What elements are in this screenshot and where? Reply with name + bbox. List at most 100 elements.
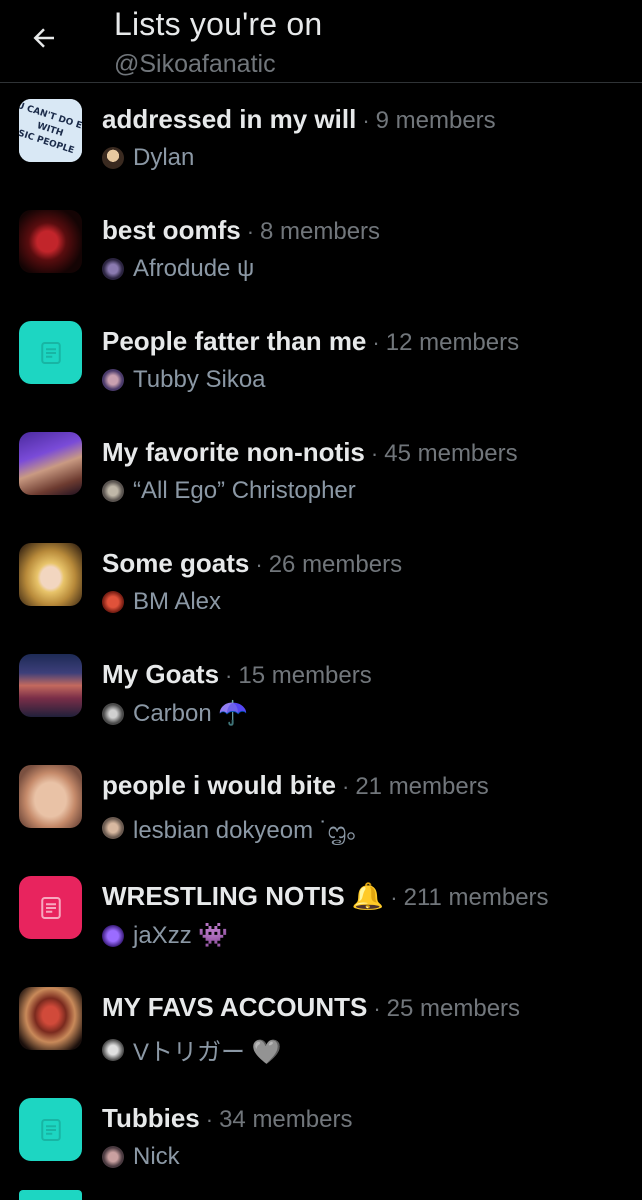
- separator-dot: ·: [246, 219, 255, 244]
- back-button[interactable]: [24, 18, 64, 58]
- list-item[interactable]: U CAN'T DO EPI WITH SIC PEOPLE addressed…: [0, 86, 642, 197]
- list-owner: BM Alex: [102, 588, 221, 616]
- avatar: [102, 480, 124, 502]
- member-count: 211 members: [403, 884, 549, 911]
- list-item[interactable]: My Goats · 15 members Carbon ☂️: [0, 641, 642, 752]
- avatar: [102, 369, 124, 391]
- list-owner: Tubby Sikoa: [102, 366, 266, 394]
- owner-name: BM Alex: [133, 588, 222, 615]
- owner-name: Dylan: [133, 144, 195, 171]
- list-title: WRESTLING NOTIS 🔔 · 211 members: [102, 881, 549, 912]
- owner-name: lesbian dokyeom ˙ᦗ。: [133, 817, 371, 844]
- lists-container: U CAN'T DO EPI WITH SIC PEOPLE addressed…: [0, 86, 642, 1196]
- page-title: Lists you're on: [114, 6, 323, 42]
- list-thumbnail-placeholder: [19, 876, 82, 939]
- member-count: 21 members: [355, 773, 489, 800]
- list-name: People fatter than me: [102, 326, 367, 356]
- list-item[interactable]: Tubbies · 34 members Nick: [0, 1085, 642, 1196]
- list-title: My Goats · 15 members: [102, 659, 372, 690]
- list-owner: Nick: [102, 1143, 180, 1171]
- member-count: 15 members: [238, 662, 372, 689]
- avatar: [102, 702, 124, 725]
- list-name: WRESTLING NOTIS 🔔: [102, 881, 385, 911]
- avatar: [102, 258, 124, 280]
- separator-dot: ·: [205, 1107, 214, 1132]
- avatar: [102, 147, 124, 169]
- list-name: My Goats: [102, 659, 220, 689]
- list-thumbnail-image: [19, 765, 82, 828]
- list-thumbnail-image: [19, 654, 82, 717]
- separator-dot: ·: [362, 108, 370, 133]
- avatar: [102, 591, 124, 613]
- list-owner: Afrodude ψ: [102, 255, 254, 283]
- member-count: 25 members: [386, 995, 521, 1022]
- member-count: 26 members: [268, 551, 403, 578]
- list-thumbnail-placeholder: [19, 1190, 82, 1200]
- account-handle: @Sikoafanatic: [114, 50, 276, 78]
- list-title: addressed in my will · 9 members: [102, 104, 496, 135]
- list-name: Some goats: [102, 548, 250, 578]
- separator-dot: ·: [342, 774, 350, 799]
- list-owner: Vトリガー 🩶: [102, 1032, 282, 1067]
- member-count: 45 members: [384, 440, 518, 467]
- list-owner: Carbon ☂️: [102, 699, 248, 728]
- list-name: people i would bite: [102, 770, 336, 800]
- list-title: people i would bite · 21 members: [102, 770, 489, 801]
- list-thumbnail-placeholder: [19, 321, 82, 384]
- list-thumbnail-image: U CAN'T DO EPI WITH SIC PEOPLE: [19, 99, 82, 162]
- list-title: Tubbies · 34 members: [102, 1103, 352, 1134]
- list-thumbnail-image: [19, 543, 82, 606]
- list-item[interactable]: best oomfs · 8 members Afrodude ψ: [0, 197, 642, 308]
- list-title: My favorite non-notis · 45 members: [102, 437, 518, 468]
- list-name: best oomfs: [102, 215, 241, 245]
- list-thumbnail-image: [19, 987, 82, 1050]
- member-count: 8 members: [260, 218, 381, 245]
- owner-name: Carbon ☂️: [133, 700, 249, 727]
- member-count: 34 members: [219, 1106, 353, 1133]
- list-name: My favorite non-notis: [102, 437, 365, 467]
- member-count: 12 members: [385, 329, 520, 356]
- list-name: MY FAVS ACCOUNTS: [102, 992, 368, 1022]
- list-title: best oomfs · 8 members: [102, 215, 380, 246]
- top-bar: Lists you're on @Sikoafanatic: [0, 0, 642, 83]
- avatar: [102, 1038, 124, 1061]
- list-owner: “All Ego” Christopher: [102, 477, 356, 505]
- list-item[interactable]: MY FAVS ACCOUNTS · 25 members Vトリガー 🩶: [0, 974, 642, 1085]
- arrow-left-icon: [33, 28, 54, 48]
- list-owner: jaXzz 👾: [102, 921, 228, 950]
- avatar: [102, 924, 124, 947]
- list-item[interactable]: WRESTLING NOTIS 🔔 · 211 members jaXzz 👾: [0, 863, 642, 974]
- list-item-partial[interactable]: [0, 1190, 642, 1200]
- owner-name: jaXzz 👾: [133, 922, 229, 949]
- list-owner: lesbian dokyeom ˙ᦗ。: [102, 810, 370, 846]
- list-owner: Dylan: [102, 144, 194, 172]
- list-item[interactable]: My favorite non-notis · 45 members “All Eg…: [0, 419, 642, 530]
- list-title: MY FAVS ACCOUNTS · 25 members: [102, 992, 520, 1023]
- list-title: People fatter than me · 12 members: [102, 326, 519, 357]
- list-name: addressed in my will: [102, 104, 357, 134]
- list-name: Tubbies: [102, 1103, 200, 1133]
- owner-name: Vトリガー 🩶: [133, 1039, 282, 1066]
- separator-dot: ·: [372, 330, 380, 355]
- owner-name: “All Ego” Christopher: [133, 477, 356, 504]
- list-icon: [40, 341, 61, 364]
- owner-name: Afrodude ψ: [133, 255, 255, 282]
- list-icon: [40, 1118, 61, 1141]
- member-count: 9 members: [375, 107, 496, 134]
- list-title: Some goats · 26 members: [102, 548, 402, 579]
- list-item[interactable]: people i would bite · 21 members lesbian d…: [0, 752, 642, 863]
- list-thumbnail-placeholder: [19, 1098, 82, 1161]
- owner-name: Tubby Sikoa: [133, 366, 266, 393]
- separator-dot: ·: [370, 441, 379, 466]
- avatar: [102, 817, 124, 839]
- avatar: [102, 1146, 124, 1168]
- separator-dot: ·: [390, 885, 398, 910]
- separator-dot: ·: [225, 663, 233, 688]
- owner-name: Nick: [133, 1143, 180, 1170]
- list-item[interactable]: People fatter than me · 12 members Tubby S…: [0, 308, 642, 419]
- list-thumbnail-image: [19, 210, 82, 273]
- separator-dot: ·: [255, 552, 263, 577]
- list-icon: [40, 896, 61, 919]
- list-item[interactable]: Some goats · 26 members BM Alex: [0, 530, 642, 641]
- separator-dot: ·: [373, 996, 381, 1021]
